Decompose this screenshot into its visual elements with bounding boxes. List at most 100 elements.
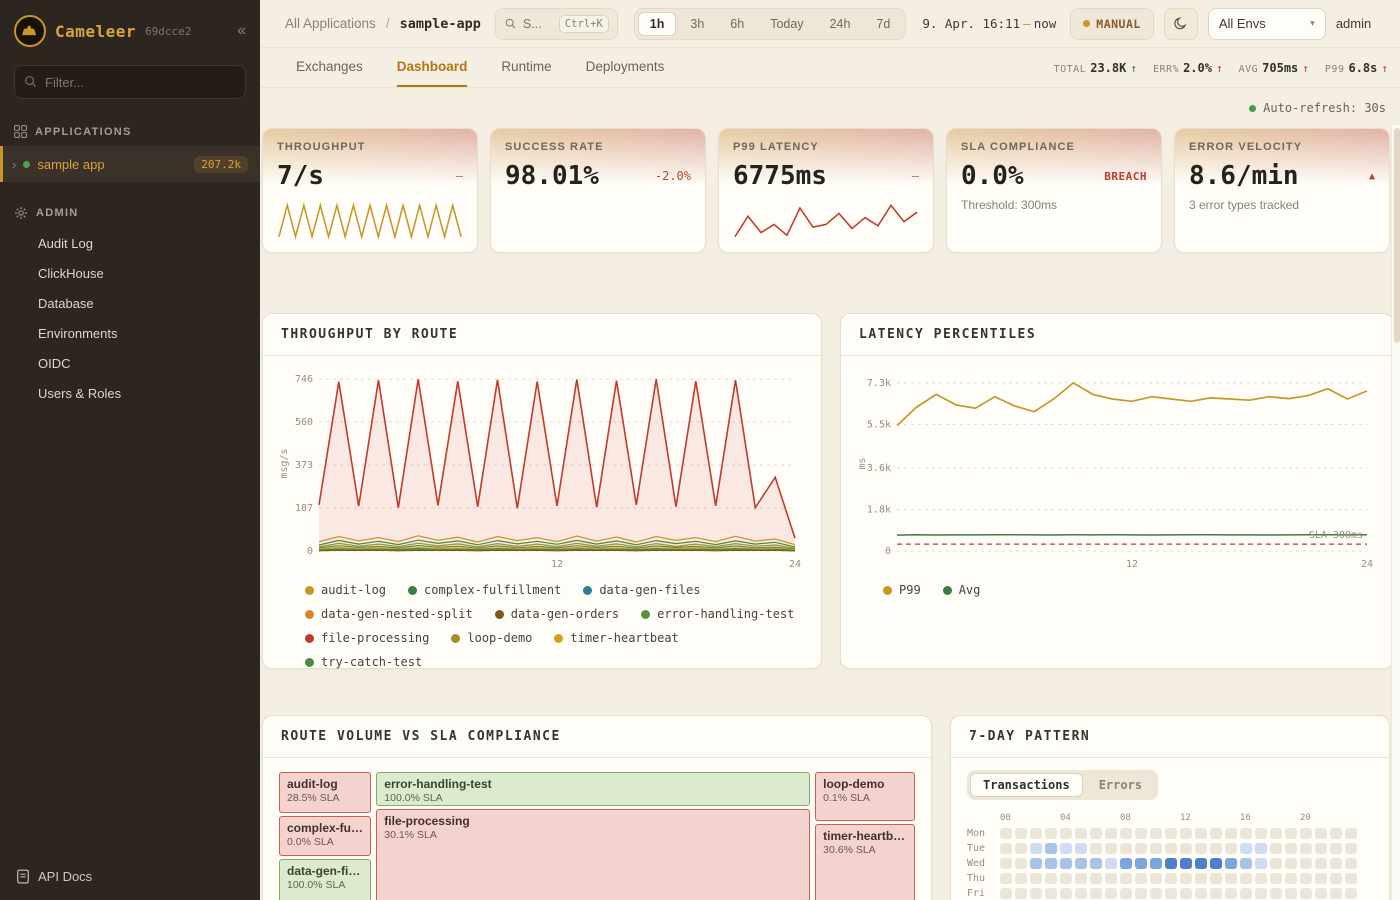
heatmap-cell [1045, 858, 1057, 869]
heatmap-hour-label: 04 [1060, 813, 1072, 824]
breadcrumb-root[interactable]: All Applications [285, 16, 376, 31]
legend-item-loop-demo[interactable]: loop-demo [451, 631, 532, 645]
heatmap-cell [1195, 858, 1207, 869]
treemap-cell-loop-demo[interactable]: loop-demo0.1% SLA [815, 772, 915, 821]
legend-item-complex-fulfillment[interactable]: complex-fulfillment [408, 583, 561, 597]
legend-label: data-gen-files [599, 583, 700, 597]
heatmap-hour-label [1255, 813, 1267, 824]
sidebar-item-environments[interactable]: Environments [0, 318, 260, 348]
sidebar-item-users-roles[interactable]: Users & Roles [0, 378, 260, 408]
legend-item-audit-log[interactable]: audit-log [305, 583, 386, 597]
env-selector[interactable]: All Envs ▾ [1208, 8, 1326, 40]
legend-dot-icon [305, 610, 314, 619]
treemap-cell-complex-fulfil…[interactable]: complex-fulfil…0.0% SLA [279, 816, 371, 856]
heatmap-cell [1045, 888, 1057, 899]
treemap-cell-timer-heartbeat[interactable]: timer-heartbeat30.6% SLA [815, 824, 915, 900]
scrollbar[interactable] [1391, 125, 1400, 900]
heatmap-cell [1090, 858, 1102, 869]
sidebar-item-audit-log[interactable]: Audit Log [0, 228, 260, 258]
heatmap-cell [1330, 888, 1342, 899]
breach-badge: BREACH [1104, 170, 1147, 183]
legend-item-P99[interactable]: P99 [883, 583, 921, 597]
heatmap-cell [1300, 843, 1312, 854]
legend-label: try-catch-test [321, 655, 422, 669]
heatmap-cell [1330, 843, 1342, 854]
tab-exchanges[interactable]: Exchanges [296, 48, 363, 87]
time-range-24h[interactable]: 24h [818, 12, 863, 36]
legend-dot-icon [495, 610, 504, 619]
api-docs-link[interactable]: API Docs [0, 853, 260, 900]
svg-text:560: 560 [295, 417, 313, 428]
heatmap-cell [1120, 858, 1132, 869]
sidebar-item-sample-app[interactable]: › sample app 207.2k [0, 146, 260, 182]
heatmap-cell [1210, 888, 1222, 899]
toggle-transactions[interactable]: Transactions [970, 773, 1083, 797]
svg-text:0: 0 [885, 546, 891, 557]
sidebar-item-clickhouse[interactable]: ClickHouse [0, 258, 260, 288]
tab-deployments[interactable]: Deployments [586, 48, 665, 87]
legend-item-data-gen-nested-split[interactable]: data-gen-nested-split [305, 607, 473, 621]
sidebar-item-oidc[interactable]: OIDC [0, 348, 260, 378]
kpi-card-error-velocity: ERROR VELOCITY 8.6/min▲ 3 error types tr… [1174, 128, 1390, 253]
kpi-card-sla-compliance: SLA COMPLIANCE 0.0%BREACH Threshold: 300… [946, 128, 1162, 253]
auto-refresh-indicator[interactable]: Auto-refresh: 30s [262, 88, 1390, 128]
legend-label: complex-fulfillment [424, 583, 561, 597]
legend-label: P99 [899, 583, 921, 597]
legend-item-data-gen-orders[interactable]: data-gen-orders [495, 607, 619, 621]
legend-label: timer-heartbeat [570, 631, 678, 645]
svg-text:373: 373 [295, 460, 313, 471]
legend-item-data-gen-files[interactable]: data-gen-files [583, 583, 700, 597]
legend-item-error-handling-test[interactable]: error-handling-test [641, 607, 794, 621]
theme-toggle-button[interactable] [1164, 8, 1198, 40]
sidebar-collapse-icon[interactable]: « [237, 22, 246, 40]
time-range-7d[interactable]: 7d [864, 12, 902, 36]
legend-label: audit-log [321, 583, 386, 597]
manual-refresh-button[interactable]: MANUAL [1070, 8, 1154, 40]
heatmap-cell [1075, 888, 1087, 899]
legend-item-try-catch-test[interactable]: try-catch-test [305, 655, 422, 669]
kpi-value: 7/s [277, 161, 324, 191]
charts-row: THROUGHPUT BY ROUTE 01873735607461224msg… [262, 313, 1390, 669]
scrollbar-thumb[interactable] [1394, 128, 1400, 343]
throughput-sparkline [277, 202, 463, 240]
user-menu[interactable]: admin [1336, 16, 1371, 31]
treemap-cell-data-gen-files[interactable]: data-gen-files100.0% SLA [279, 859, 371, 900]
treemap-cell-error-handling-test[interactable]: error-handling-test100.0% SLA [376, 772, 810, 806]
time-range-1h[interactable]: 1h [638, 12, 677, 36]
heatmap-cell [1150, 828, 1162, 839]
heatmap-cell [1165, 873, 1177, 884]
svg-text:746: 746 [295, 374, 313, 385]
treemap-cell-audit-log[interactable]: audit-log28.5% SLA [279, 772, 371, 813]
time-range-6h[interactable]: 6h [718, 12, 756, 36]
heatmap-cell [1195, 888, 1207, 899]
kpi-title: THROUGHPUT [277, 141, 463, 153]
stat-total: TOTAL23.8K↑ [1054, 61, 1137, 75]
svg-text:12: 12 [551, 559, 563, 570]
heatmap-hour-label: 20 [1300, 813, 1312, 824]
time-range-3h[interactable]: 3h [678, 12, 716, 36]
heatmap-cell [1180, 873, 1192, 884]
heatmap-cell [1300, 858, 1312, 869]
tab-runtime[interactable]: Runtime [501, 48, 551, 87]
heatmap-grid: 000408121620MonTueWedThuFri [967, 813, 1373, 899]
search-input[interactable] [523, 17, 553, 31]
heatmap-cell [1120, 873, 1132, 884]
search-icon [23, 74, 38, 94]
heatmap-cell [1135, 888, 1147, 899]
treemap-cell-file-processing[interactable]: file-processing30.1% SLA [376, 809, 810, 900]
toggle-errors[interactable]: Errors [1086, 773, 1155, 797]
tab-dashboard[interactable]: Dashboard [397, 48, 468, 87]
legend-item-Avg[interactable]: Avg [943, 583, 981, 597]
global-search[interactable]: Ctrl+K [495, 8, 618, 40]
seven-day-pattern-card: 7-DAY PATTERN Transactions Errors 000408… [950, 715, 1390, 900]
heatmap-hour-label: 16 [1240, 813, 1252, 824]
heatmap-cell [1105, 843, 1117, 854]
filter-input[interactable] [14, 65, 246, 99]
treemap-cell-sla: 0.0% SLA [287, 836, 363, 848]
sidebar-item-database[interactable]: Database [0, 288, 260, 318]
legend-item-file-processing[interactable]: file-processing [305, 631, 429, 645]
legend-dot-icon [943, 586, 952, 595]
time-range-today[interactable]: Today [758, 12, 815, 36]
date-range-display[interactable]: 9. Apr. 16:11—now [922, 16, 1056, 31]
legend-item-timer-heartbeat[interactable]: timer-heartbeat [554, 631, 678, 645]
